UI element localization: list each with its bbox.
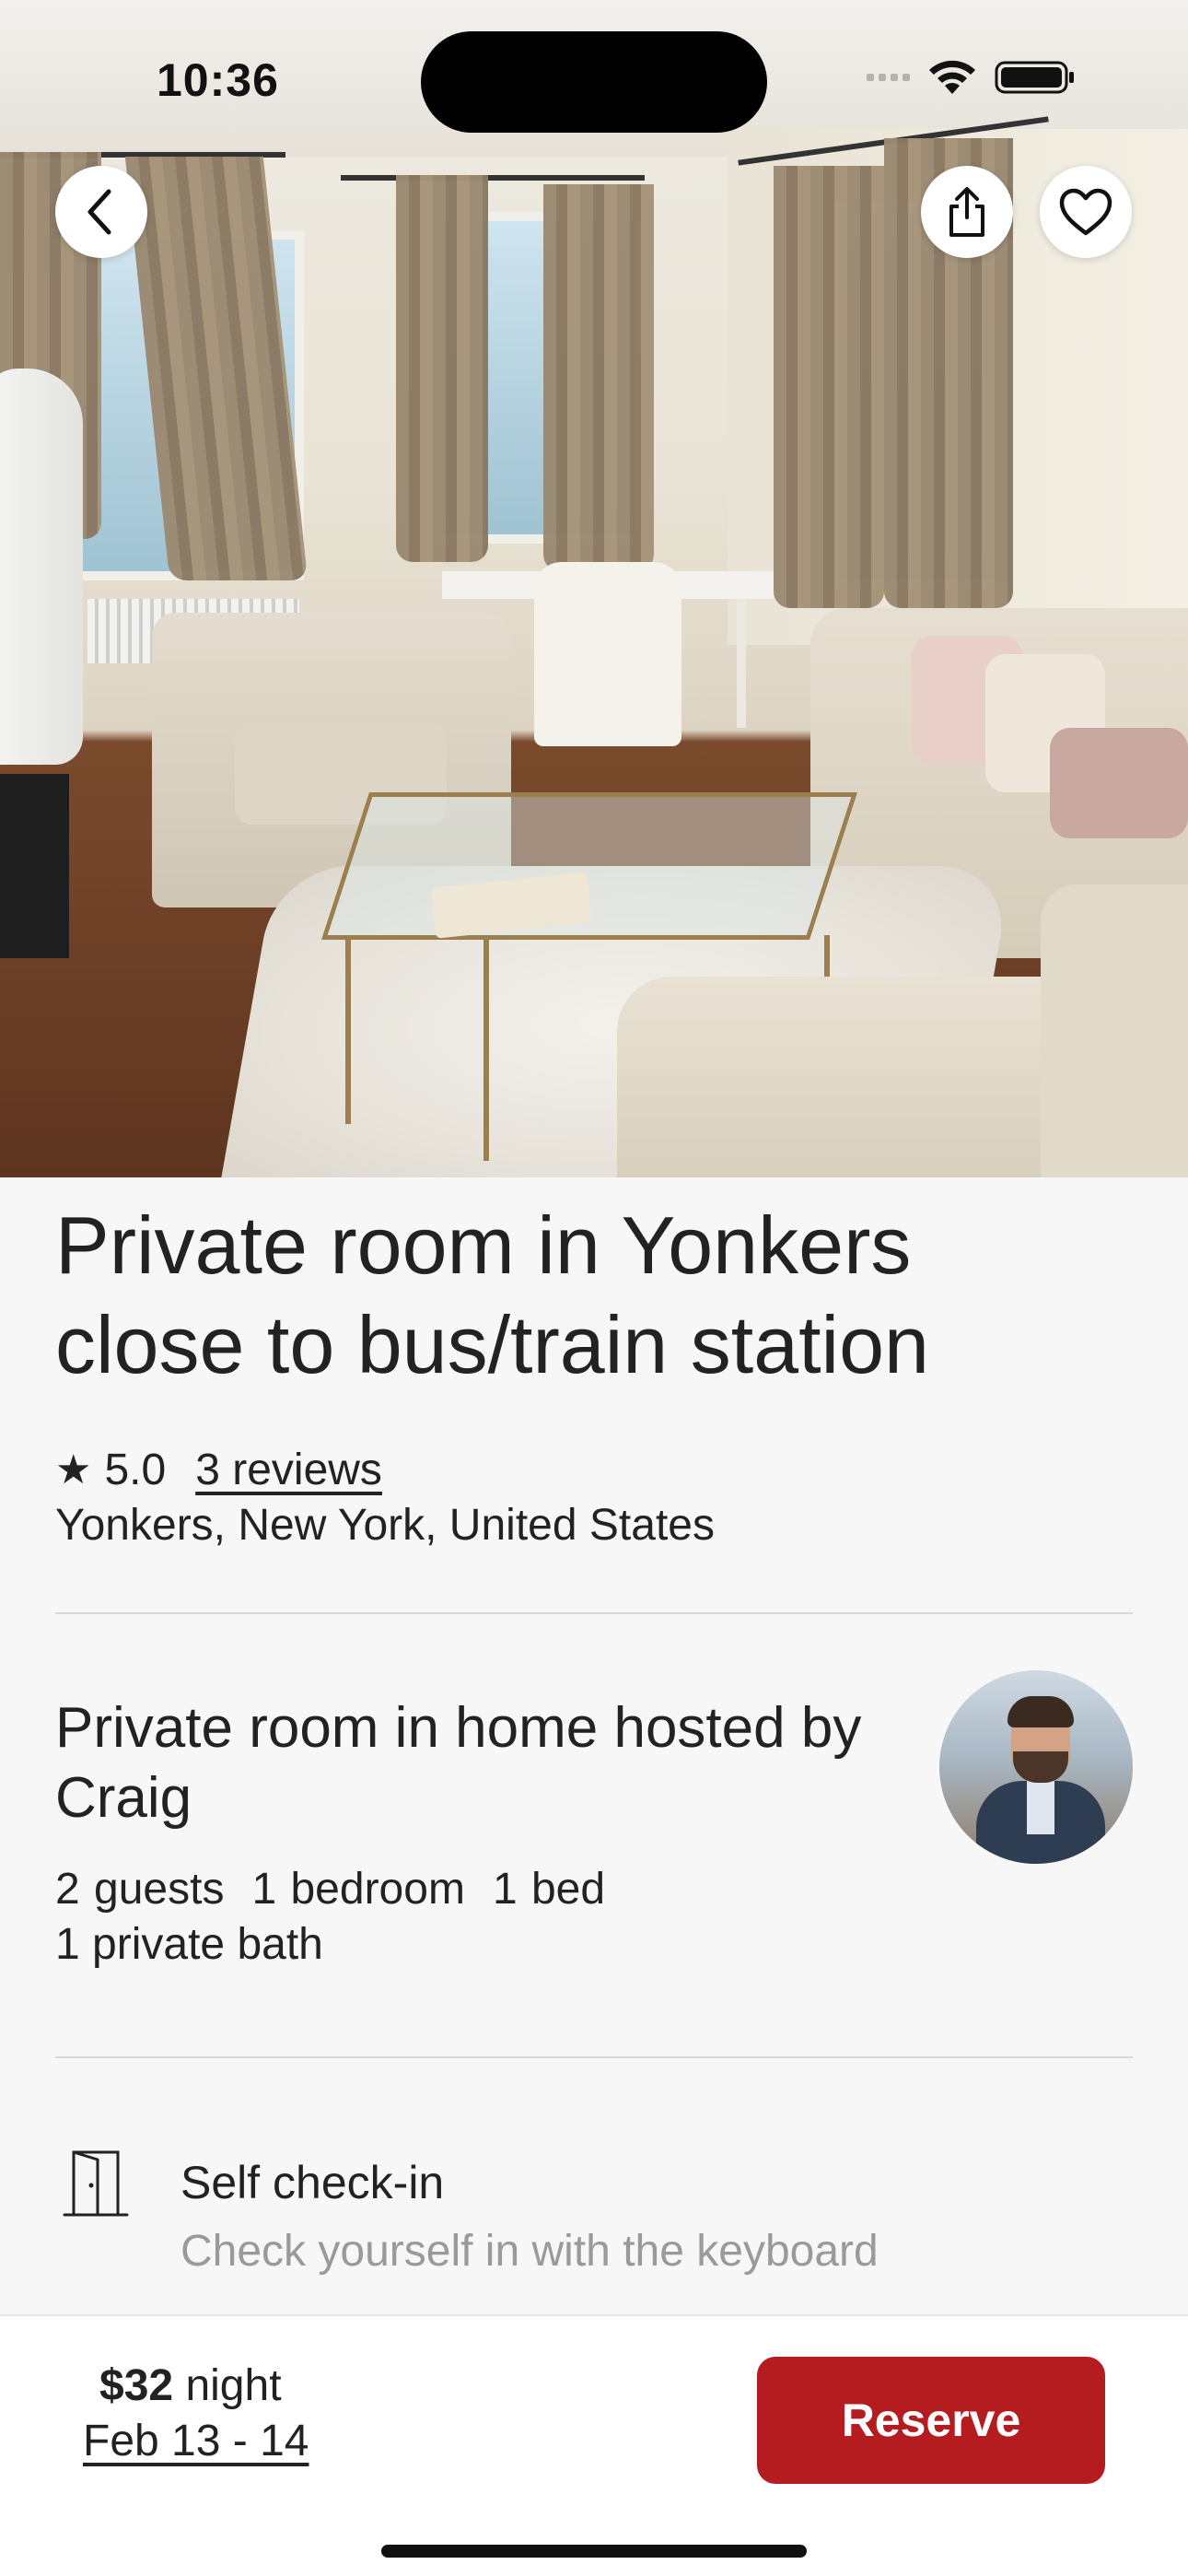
reserve-button[interactable]: Reserve bbox=[757, 2357, 1105, 2484]
feature-title: Self check-in bbox=[181, 2157, 445, 2208]
chevron-left-icon bbox=[87, 189, 111, 235]
listing-title: Private room in Yonkers close to bus/tra… bbox=[55, 1200, 929, 1390]
photo-sofa-arm bbox=[1041, 884, 1188, 1177]
photo-table-leg bbox=[345, 940, 351, 1124]
reviews-link[interactable]: 3 reviews bbox=[195, 1445, 382, 1495]
home-indicator bbox=[381, 2545, 807, 2558]
divider bbox=[55, 1612, 1133, 1614]
photo-curtain-rod bbox=[341, 175, 645, 181]
bath-info: 1 private bath bbox=[55, 1920, 323, 1969]
guests-count: 2 guests bbox=[55, 1865, 225, 1914]
price-unit: night bbox=[185, 2361, 282, 2410]
divider bbox=[55, 2056, 1133, 2058]
photo-desk-leg bbox=[737, 599, 746, 728]
battery-icon bbox=[995, 61, 1074, 94]
listing-location: Yonkers, New York, United States bbox=[55, 1501, 715, 1550]
cellular-signal-icon bbox=[867, 74, 910, 81]
back-button[interactable] bbox=[55, 166, 147, 258]
dynamic-island bbox=[421, 31, 767, 133]
photo-curtain bbox=[774, 166, 884, 608]
share-button[interactable] bbox=[921, 166, 1013, 258]
reserve-bar: $32 night Feb 13 - 14 Reserve bbox=[0, 2314, 1188, 2576]
share-icon bbox=[949, 187, 984, 237]
favorite-button[interactable] bbox=[1040, 166, 1132, 258]
photo-pillow bbox=[1050, 728, 1188, 838]
photo-table-leg bbox=[483, 940, 489, 1161]
photo-curtain bbox=[396, 175, 488, 562]
rating-row: ★ 5.0 3 reviews bbox=[55, 1445, 382, 1495]
wifi-icon bbox=[929, 60, 975, 94]
photo-office-chair bbox=[534, 562, 681, 746]
heart-outline-icon bbox=[1059, 188, 1112, 236]
status-icons bbox=[867, 59, 1077, 96]
photo-lamp bbox=[0, 369, 83, 765]
trip-dates[interactable]: Feb 13 - 14 bbox=[83, 2416, 309, 2466]
feature-description: Check yourself in with the keyboard bbox=[181, 2227, 879, 2276]
listing-photo[interactable] bbox=[0, 0, 1188, 1177]
host-summary: Private room in home hosted by Craig bbox=[55, 1696, 862, 1830]
listing-details: Private room in Yonkers close to bus/tra… bbox=[0, 1177, 1188, 2316]
status-time: 10:36 bbox=[157, 54, 279, 106]
door-icon bbox=[63, 2150, 129, 2217]
rating-value: 5.0 bbox=[104, 1446, 167, 1494]
photo-curtain bbox=[543, 184, 654, 571]
host-avatar[interactable] bbox=[939, 1670, 1133, 1864]
listing-specs: 2 guests 1 bedroom 1 bed bbox=[55, 1864, 605, 1914]
star-icon: ★ bbox=[55, 1447, 92, 1493]
price: $32 night bbox=[99, 2360, 282, 2411]
bed-count: 1 bed bbox=[492, 1865, 606, 1914]
price-amount: $32 bbox=[99, 2361, 174, 2410]
bedroom-count: 1 bedroom bbox=[251, 1865, 465, 1914]
photo-speaker bbox=[0, 774, 69, 958]
